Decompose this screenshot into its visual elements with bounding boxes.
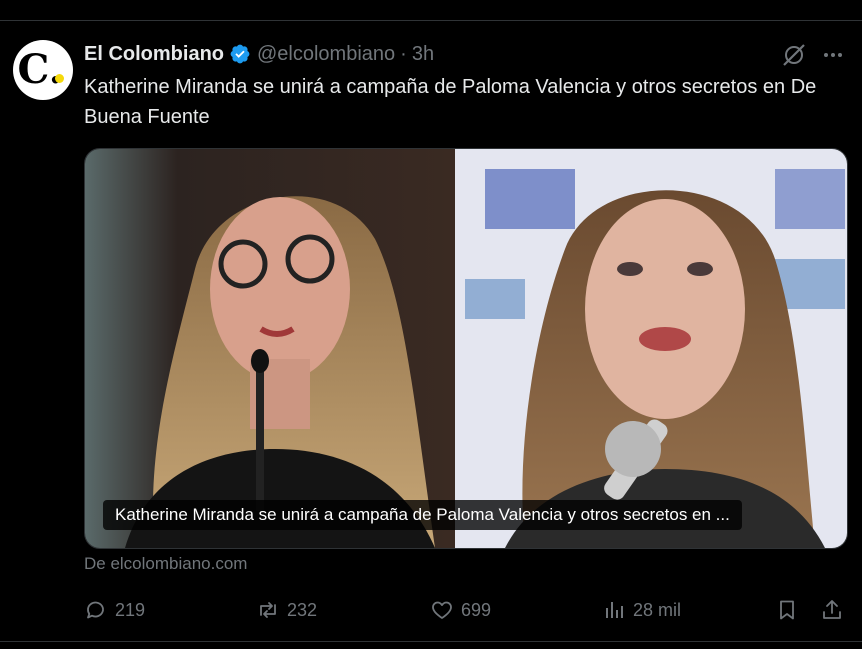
avatar-logo-letter: C. [17, 45, 63, 93]
like-count: 699 [461, 599, 492, 620]
reply-count: 219 [115, 599, 146, 620]
right-person-mouth [639, 327, 691, 351]
avatar[interactable]: C. [13, 40, 73, 100]
views-chart-icon [606, 602, 623, 618]
media-photo [85, 149, 847, 548]
verified-badge-icon[interactable] [229, 43, 251, 65]
right-backdrop-logo [465, 279, 525, 319]
bottom-divider [0, 641, 862, 642]
heart-icon [432, 601, 452, 619]
repost-button[interactable]: 232 [256, 596, 317, 624]
views-count: 28 mil [633, 599, 682, 620]
reply-button[interactable]: 219 [84, 596, 145, 624]
tweet-text: Katherine Miranda se unirá a campaña de … [84, 76, 817, 128]
grok-icon[interactable] [781, 42, 807, 68]
right-backdrop-logo [775, 169, 845, 229]
bookmark-icon[interactable] [775, 598, 799, 622]
more-dot [838, 53, 842, 57]
top-divider [0, 0, 862, 21]
repost-count: 232 [287, 599, 318, 620]
right-person-face [585, 199, 745, 419]
separator-dot: · [400, 42, 407, 65]
right-backdrop-logo [485, 169, 575, 229]
like-button[interactable]: 699 [430, 596, 491, 624]
reply-icon [87, 601, 104, 619]
tweet-header: El Colombiano @elcolombiano · 3h [84, 41, 434, 67]
link-card-title: Katherine Miranda se unirá a campaña de … [103, 500, 742, 530]
avatar-logo-dot [55, 74, 64, 83]
tweet-card[interactable]: C. El Colombiano @elcolombiano · 3h Kath… [0, 21, 862, 641]
link-card-image[interactable]: Katherine Miranda se unirá a campaña de … [84, 148, 848, 549]
link-source[interactable]: De elcolombiano.com [84, 554, 247, 574]
display-name[interactable]: El Colombiano [84, 43, 224, 66]
left-microphone-stand [256, 361, 264, 511]
repost-icon [260, 602, 276, 618]
more-dot [831, 53, 835, 57]
views-button[interactable]: 28 mil [602, 596, 681, 624]
tweet-actions-bar: 219 232 699 28 mil [84, 596, 854, 624]
right-microphone [605, 421, 661, 477]
left-microphone [251, 349, 269, 373]
timestamp[interactable]: 3h [412, 43, 434, 66]
right-person-eye [617, 262, 643, 276]
right-person-eye [687, 262, 713, 276]
more-dot [824, 53, 828, 57]
left-person-face [210, 197, 350, 381]
handle[interactable]: @elcolombiano [257, 43, 395, 66]
more-options-icon[interactable] [820, 42, 846, 68]
share-icon[interactable] [820, 598, 844, 622]
